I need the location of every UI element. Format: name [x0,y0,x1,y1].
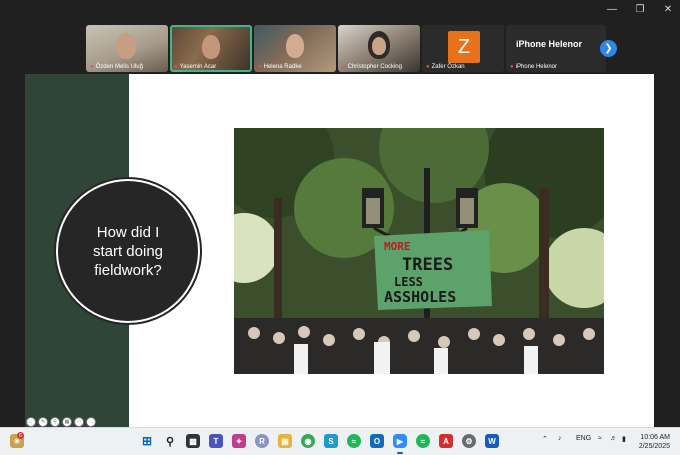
next-slide-icon[interactable]: → [86,417,96,427]
mic-muted-icon: ● [426,64,430,70]
teams-icon[interactable]: T [209,434,223,448]
search-icon[interactable]: ⚲ [163,434,177,448]
shared-slide: How did I start doing fieldwork? MORE TR… [25,74,654,427]
participant-tile[interactable]: ● Helena Radke [254,25,336,72]
participant-tile-active[interactable]: ● Yasemin Acar [170,25,252,72]
spotify-2-icon[interactable]: ≈ [416,434,430,448]
question-circle: How did I start doing fieldwork? [58,181,198,321]
chevron-right-icon: ❯ [604,43,613,54]
participant-tile[interactable]: ● Özden Melis Uluğ [86,25,168,72]
next-participants-button[interactable]: ❯ [600,40,617,57]
battery-icon[interactable]: ▮ [622,435,626,443]
participant-name: Özden Melis Uluğ [95,64,143,70]
app-r-icon[interactable]: R [255,434,269,448]
clock-time: 10:06 AM [640,434,670,441]
protest-photo: MORE TREES LESS ASSHOLES [234,128,604,374]
participant-name: iPhone Helenor [515,64,557,70]
acrobat-icon[interactable]: A [439,434,453,448]
word-icon[interactable]: W [485,434,499,448]
mic-muted-icon: ● [258,64,262,70]
svg-text:LESS: LESS [394,275,423,289]
language-indicator[interactable]: ENG [576,435,591,442]
participant-display-name: iPhone Helenor [516,39,583,49]
notification-badge: 6 [17,432,24,439]
wifi-icon[interactable]: ≈ [598,435,602,442]
participant-name: Helena Radke [263,64,302,70]
prev-slide-icon[interactable]: ← [26,417,36,427]
participant-name: Zafer Özkan [431,64,465,70]
svg-text:ASSHOLES: ASSHOLES [384,288,456,306]
svg-text:TREES: TREES [402,255,453,275]
close-icon[interactable]: ✕ [662,4,674,15]
slide-controls: ← ✎ ⚲ ▦ ⋯ → [26,417,96,427]
pen-icon[interactable]: ✎ [38,417,48,427]
clock[interactable]: 10:06 AM 2/25/2025 [639,433,670,451]
participant-name: Yasemin Acar [179,64,217,70]
window-controls: — ❐ ✕ [606,4,674,15]
windows-taskbar: ☀ 6 ⊞ ⚲ ▩ T ✦ R ▤ ◉ S ≈ O ▶ ≈ A ⚙ W ⌃ ♪ … [0,427,680,455]
svg-text:MORE: MORE [384,240,411,253]
tray-chevron-up-icon[interactable]: ⌃ [542,435,548,443]
app-s-icon[interactable]: S [324,434,338,448]
slide-question: How did I start doing fieldwork? [92,223,164,279]
more-icon[interactable]: ⋯ [74,417,84,427]
participant-tile[interactable]: iPhone Helenor ● iPhone Helenor [506,25,606,72]
mic-muted-icon: ● [90,64,94,70]
zoom-icon[interactable]: ⚲ [50,417,60,427]
settings-gear-icon[interactable]: ⚙ [462,434,476,448]
grid-icon[interactable]: ▦ [62,417,72,427]
copilot-icon[interactable]: ✦ [232,434,246,448]
participant-name: Christopher Cocking [347,64,402,70]
mic-muted-icon: ● [174,64,178,70]
participant-tile[interactable]: ● Christopher Cocking [338,25,420,72]
file-explorer-icon[interactable]: ▤ [278,434,292,448]
clock-date: 2/25/2025 [638,443,670,450]
volume-icon[interactable]: ♬ [610,435,617,442]
outlook-icon[interactable]: O [370,434,384,448]
participant-strip: ● Özden Melis Uluğ ● Yasemin Acar ● Helena … [86,25,606,72]
mic-muted-icon: ● [342,64,346,70]
chrome-icon[interactable]: ◉ [301,434,315,448]
start-icon[interactable]: ⊞ [140,434,154,448]
avatar: Z [448,31,480,63]
microphone-icon[interactable]: ♪ [558,435,562,442]
mic-muted-icon: ● [510,64,514,70]
minimize-icon[interactable]: — [606,4,618,15]
task-view-icon[interactable]: ▩ [186,434,200,448]
zoom-app-icon[interactable]: ▶ [393,434,407,448]
restore-icon[interactable]: ❐ [634,4,646,15]
participant-tile[interactable]: Z ● Zafer Özkan [422,25,504,72]
spotify-icon[interactable]: ≈ [347,434,361,448]
